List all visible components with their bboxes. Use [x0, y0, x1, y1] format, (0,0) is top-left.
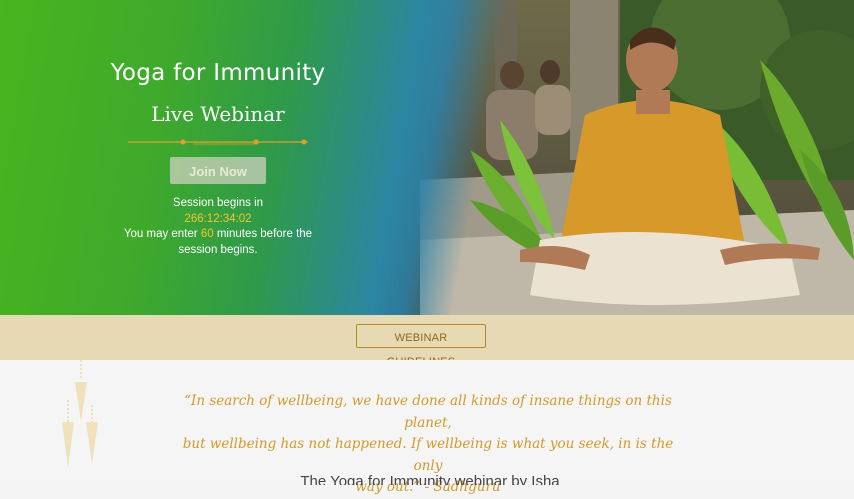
countdown-timer: 266:12:34:02: [184, 212, 252, 225]
enter-minutes: 60: [200, 228, 214, 240]
webinar-guidelines-button[interactable]: WEBINAR GUIDELINES: [356, 324, 486, 368]
enter-note-after: minutes before the: [216, 228, 313, 240]
page-title: Yoga for Immunity: [110, 60, 326, 86]
enter-note-before: You may enter: [123, 228, 198, 240]
session-begins-label: Session begins in: [172, 197, 264, 209]
quote-line: “In search of wellbeing, we have done al…: [184, 393, 672, 431]
join-now-button[interactable]: Join Now: [170, 157, 266, 184]
guidelines-bar: WEBINAR GUIDELINES: [0, 315, 854, 368]
description-text: The Yoga for Immunity webinar by Isha: [300, 473, 560, 485]
hero-content: Yoga for Immunity Live Webinar Join Now …: [98, 52, 338, 258]
quote-line: but wellbeing has not happened. If wellb…: [182, 436, 674, 474]
hero-banner: Yoga for Immunity Live Webinar Join Now …: [0, 0, 854, 315]
session-info: Session begins in 266:12:34:02 You may e…: [98, 196, 338, 258]
hanging-lamp-ornament-icon: [62, 360, 98, 468]
ornamental-divider: [128, 139, 308, 145]
page-subtitle: Live Webinar: [151, 102, 285, 126]
quote-section: “In search of wellbeing, we have done al…: [0, 360, 854, 495]
enter-note-end: session begins.: [178, 243, 258, 256]
enter-note: You may enter 60 minutes before the: [98, 227, 338, 243]
